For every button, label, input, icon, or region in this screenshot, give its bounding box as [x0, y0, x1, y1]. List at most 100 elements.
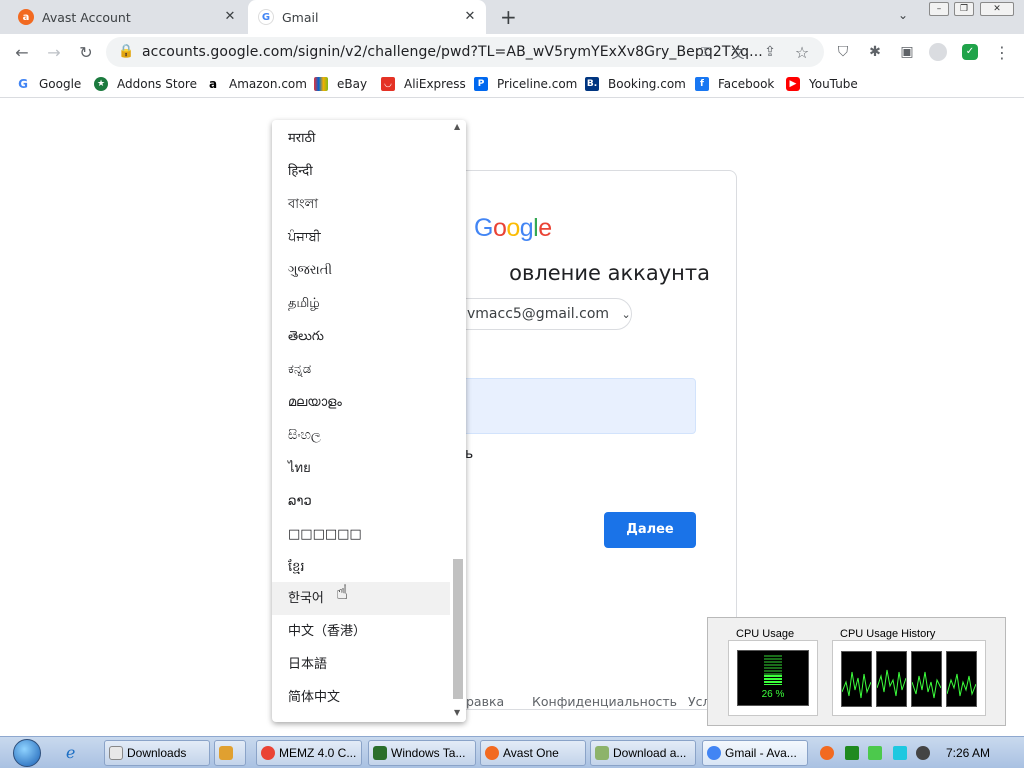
bookmarks-bar: G Google ★ Addons Store a Amazon.com eBay ◡… [0, 70, 1024, 98]
url-text[interactable]: accounts.google.com/signin/v2/challenge/… [142, 37, 763, 67]
close-icon[interactable]: ✕ [222, 9, 238, 25]
footer-help-link[interactable]: равка [466, 694, 504, 709]
language-option[interactable]: ਪੰਜਾਬੀ [272, 221, 450, 254]
tab-avast-account[interactable]: a Avast Account ✕ [8, 0, 246, 34]
bookmark-aliexpress[interactable]: ◡ AliExpress [381, 70, 466, 98]
cpu-history-graph [876, 651, 907, 707]
scroll-up-arrow-icon[interactable]: ▲ [454, 122, 460, 131]
taskbar-label: Avast One [503, 746, 559, 760]
translate-icon[interactable]: 文 [724, 34, 752, 70]
google-icon: G [258, 9, 274, 25]
bookmark-amazon[interactable]: a Amazon.com [206, 70, 307, 98]
tab-title: Avast Account [42, 9, 131, 25]
language-dropdown-list[interactable]: मराठी हिन्दी বাংলা ਪੰਜਾਬੀ ગુજરાતી தமிழ் … [272, 120, 466, 722]
windows-taskbar: ℯ Downloads MEMZ 4.0 C... Windows Ta... … [0, 736, 1024, 768]
network-tray-icon[interactable] [868, 746, 882, 760]
taskbar-item-avast-one[interactable]: Avast One [480, 740, 586, 766]
language-option[interactable]: 中文（香港） [272, 615, 450, 648]
bookmark-label: Google [39, 77, 82, 91]
bookmark-label: eBay [337, 77, 368, 91]
start-button[interactable] [8, 737, 46, 768]
language-option[interactable]: বাংলা [272, 188, 450, 221]
bookmark-ebay[interactable]: eBay [314, 70, 367, 98]
tab-gmail[interactable]: G Gmail ✕ [248, 0, 486, 34]
restore-button[interactable]: ❐ [954, 2, 974, 16]
language-option[interactable]: ខ្មែរ [272, 551, 450, 584]
language-option[interactable]: മലയാളം [272, 386, 450, 419]
internet-explorer-icon[interactable]: ℯ [66, 743, 75, 762]
close-icon[interactable]: ✕ [462, 9, 478, 25]
share-icon[interactable]: ⇪ [756, 34, 784, 70]
back-arrow-icon[interactable]: ← [8, 34, 36, 70]
language-option[interactable]: 简体中文 [272, 681, 450, 714]
language-option[interactable]: ಕನ್ನಡ [272, 353, 450, 386]
language-option[interactable]: □□□□□□ [272, 518, 450, 551]
forward-arrow-icon[interactable]: → [40, 34, 68, 70]
bookmark-label: Booking.com [608, 77, 686, 91]
avast-shield-icon[interactable]: ✓ [956, 34, 984, 70]
cpu-usage-box: 26 % [728, 640, 818, 716]
taskbar-label: Gmail - Ava... [725, 746, 797, 760]
menu-kebab-icon[interactable]: ⋮ [988, 34, 1016, 70]
avast-tray-icon[interactable] [820, 746, 834, 760]
account-email: vmacc5@gmail.com [467, 306, 610, 322]
minimize-button[interactable]: – [929, 2, 949, 16]
language-option[interactable]: हिन्दी [272, 155, 450, 188]
bookmark-priceline[interactable]: P Priceline.com [474, 70, 577, 98]
tab-search-chevron-icon[interactable]: ⌄ [898, 8, 908, 22]
scroll-down-arrow-icon[interactable]: ▼ [454, 708, 460, 717]
reload-icon[interactable]: ↻ [72, 34, 100, 70]
google-logo: Google [474, 214, 552, 242]
bookmark-youtube[interactable]: ▶ YouTube [786, 70, 858, 98]
profile-avatar-icon[interactable] [924, 34, 952, 70]
cpu-tray-icon[interactable] [845, 746, 859, 760]
bookmark-label: Priceline.com [497, 77, 578, 91]
taskbar-item-media[interactable] [214, 740, 246, 766]
taskbar-item-gmail[interactable]: Gmail - Ava... [702, 740, 808, 766]
bookmark-label: YouTube [809, 77, 858, 91]
language-option[interactable]: தமிழ் [272, 287, 450, 320]
bookmark-addons-store[interactable]: ★ Addons Store [94, 70, 197, 98]
language-option[interactable]: 日本語 [272, 648, 450, 681]
taskbar-label: Windows Ta... [391, 746, 466, 760]
language-option-highlighted[interactable]: 한국어 [272, 582, 450, 615]
side-panel-icon[interactable]: ▣ [893, 34, 921, 70]
avast-icon: a [18, 9, 34, 25]
volume-tray-icon[interactable] [916, 746, 930, 760]
taskbar-item-task-manager[interactable]: Windows Ta... [368, 740, 476, 766]
key-icon[interactable]: ⚿ [692, 34, 720, 70]
next-button[interactable]: Далее [604, 512, 696, 548]
taskbar-item-memz[interactable]: MEMZ 4.0 C... [256, 740, 362, 766]
display-tray-icon[interactable] [893, 746, 907, 760]
close-window-button[interactable]: ✕ [980, 2, 1014, 16]
lock-icon[interactable]: 🔒 [118, 44, 134, 59]
language-option[interactable]: తెలుగు [272, 320, 450, 353]
aliexpress-icon: ◡ [381, 77, 395, 91]
language-option[interactable]: मराठी [272, 122, 450, 155]
bookmark-google[interactable]: G Google [16, 70, 81, 98]
cpu-history-graph [946, 651, 977, 707]
shield-extension-icon[interactable]: ⛉ [829, 34, 857, 70]
cpu-history-box [832, 640, 986, 716]
bookmark-booking[interactable]: B. Booking.com [585, 70, 686, 98]
language-option[interactable]: ไทย [272, 452, 450, 485]
bookmark-facebook[interactable]: f Facebook [695, 70, 774, 98]
language-option[interactable]: ລາວ [272, 485, 450, 518]
new-tab-button[interactable]: + [500, 5, 517, 29]
extensions-puzzle-icon[interactable]: ✱ [861, 34, 889, 70]
cpu-usage-title: CPU Usage [734, 628, 797, 640]
footer-privacy-link[interactable]: Конфиденциальность [532, 694, 677, 709]
bookmark-label: Amazon.com [229, 77, 307, 91]
language-option[interactable]: ગુજરાતી [272, 254, 450, 287]
taskbar-clock[interactable]: 7:26 AM [946, 737, 990, 768]
scrollbar-thumb[interactable] [453, 559, 463, 699]
cpu-usage-value: 26 % [761, 689, 785, 700]
taskbar-item-download[interactable]: Download a... [590, 740, 696, 766]
ebay-icon [314, 77, 328, 91]
tab-title: Gmail [282, 9, 319, 25]
addons-store-icon: ★ [94, 77, 108, 91]
windows-logo-icon [13, 739, 41, 767]
language-option[interactable]: සිංහල [272, 419, 450, 452]
taskbar-item-downloads[interactable]: Downloads [104, 740, 210, 766]
bookmark-star-icon[interactable]: ☆ [788, 34, 816, 70]
